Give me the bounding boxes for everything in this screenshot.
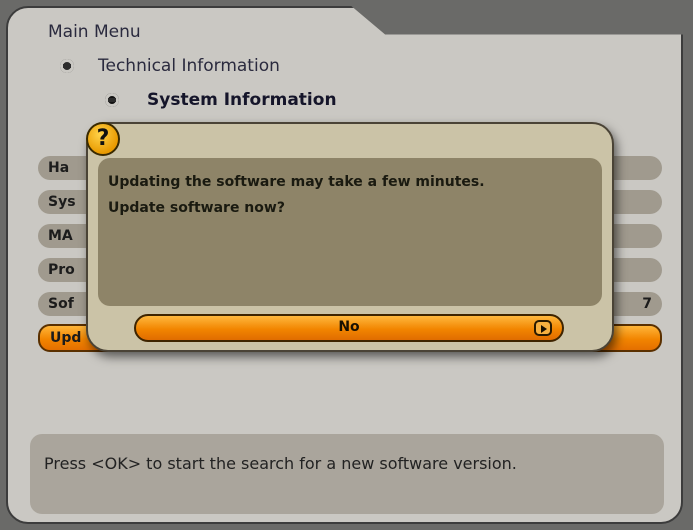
help-text: Press <OK> to start the search for a new… [44,454,517,473]
row-label: Ha [48,160,70,176]
dialog-message-box: Updating the software may take a few min… [98,158,602,306]
dialog-message-line: Updating the software may take a few min… [108,174,485,190]
no-button[interactable]: No [134,314,564,342]
question-icon: ? [86,122,120,156]
row-value: 7 [642,296,652,312]
row-label: Sys [48,194,76,210]
help-box: Press <OK> to start the search for a new… [30,434,664,514]
row-label: Upd [50,330,82,346]
arrow-circle-icon [105,93,119,107]
breadcrumb-technical-information[interactable]: Technical Information [98,56,280,76]
ok-play-icon [534,320,552,336]
confirm-dialog: ? Updating the software may take a few m… [86,122,614,352]
dialog-message-line: Update software now? [108,200,285,216]
no-button-label: No [338,319,360,335]
page-title: System Information [147,90,337,110]
arrow-circle-icon [60,59,74,73]
row-label: Pro [48,262,75,278]
row-label: Sof [48,296,74,312]
row-label: MA [48,228,73,244]
breadcrumb-main-menu[interactable]: Main Menu [48,22,141,42]
